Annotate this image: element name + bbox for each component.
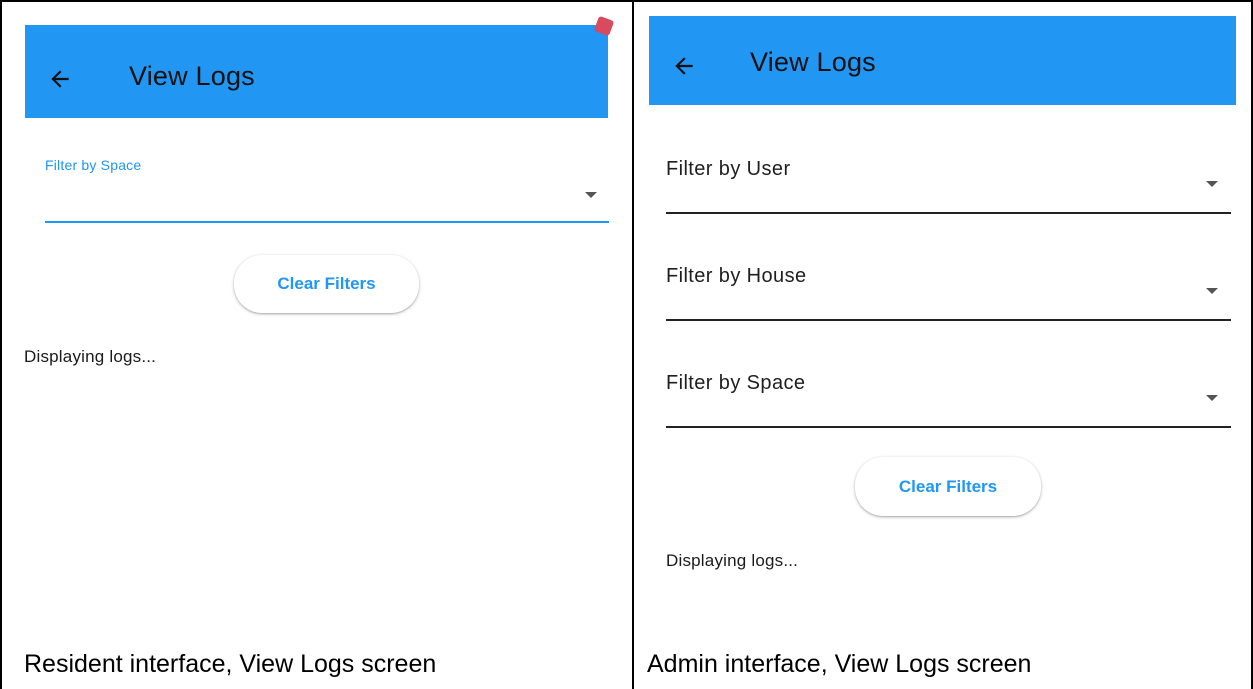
admin-filter-house-label: Filter by House — [666, 265, 807, 287]
admin-appbar: View Logs — [649, 16, 1236, 105]
admin-page-title: View Logs — [750, 47, 876, 77]
dropdown-caret-icon — [1206, 288, 1218, 294]
admin-filter-space-dropdown[interactable]: Filter by Space — [666, 364, 1231, 434]
admin-panel: View Logs Filter by User Filter by House… — [634, 0, 1251, 689]
field-underline — [45, 221, 609, 223]
resident-panel: View Logs Filter by Space Clear Filters … — [2, 0, 632, 689]
screenshot-comparison: View Logs Filter by Space Clear Filters … — [0, 0, 1253, 689]
dropdown-caret-icon — [1206, 395, 1218, 401]
dropdown-caret-icon — [585, 192, 597, 198]
resident-filter-space-dropdown[interactable]: Filter by Space — [45, 150, 609, 225]
resident-page-title: View Logs — [129, 61, 255, 91]
resident-filter-space-label: Filter by Space — [45, 157, 142, 173]
resident-appbar: View Logs — [25, 25, 608, 118]
admin-filter-space-label: Filter by Space — [666, 372, 806, 394]
admin-clear-filters-button[interactable]: Clear Filters — [855, 457, 1041, 516]
back-arrow-icon[interactable] — [671, 53, 697, 79]
admin-status-text: Displaying logs... — [666, 551, 799, 570]
resident-caption: Resident interface, View Logs screen — [24, 650, 437, 678]
resident-status-text: Displaying logs... — [24, 347, 157, 366]
back-arrow-icon[interactable] — [47, 66, 73, 92]
field-underline — [666, 212, 1231, 214]
field-underline — [666, 319, 1231, 321]
admin-filter-user-label: Filter by User — [666, 158, 791, 180]
admin-filter-user-dropdown[interactable]: Filter by User — [666, 150, 1231, 220]
admin-caption: Admin interface, View Logs screen — [647, 650, 1032, 678]
field-underline — [666, 426, 1231, 428]
resident-clear-filters-button[interactable]: Clear Filters — [234, 255, 419, 313]
dropdown-caret-icon — [1206, 181, 1218, 187]
admin-filter-house-dropdown[interactable]: Filter by House — [666, 257, 1231, 327]
